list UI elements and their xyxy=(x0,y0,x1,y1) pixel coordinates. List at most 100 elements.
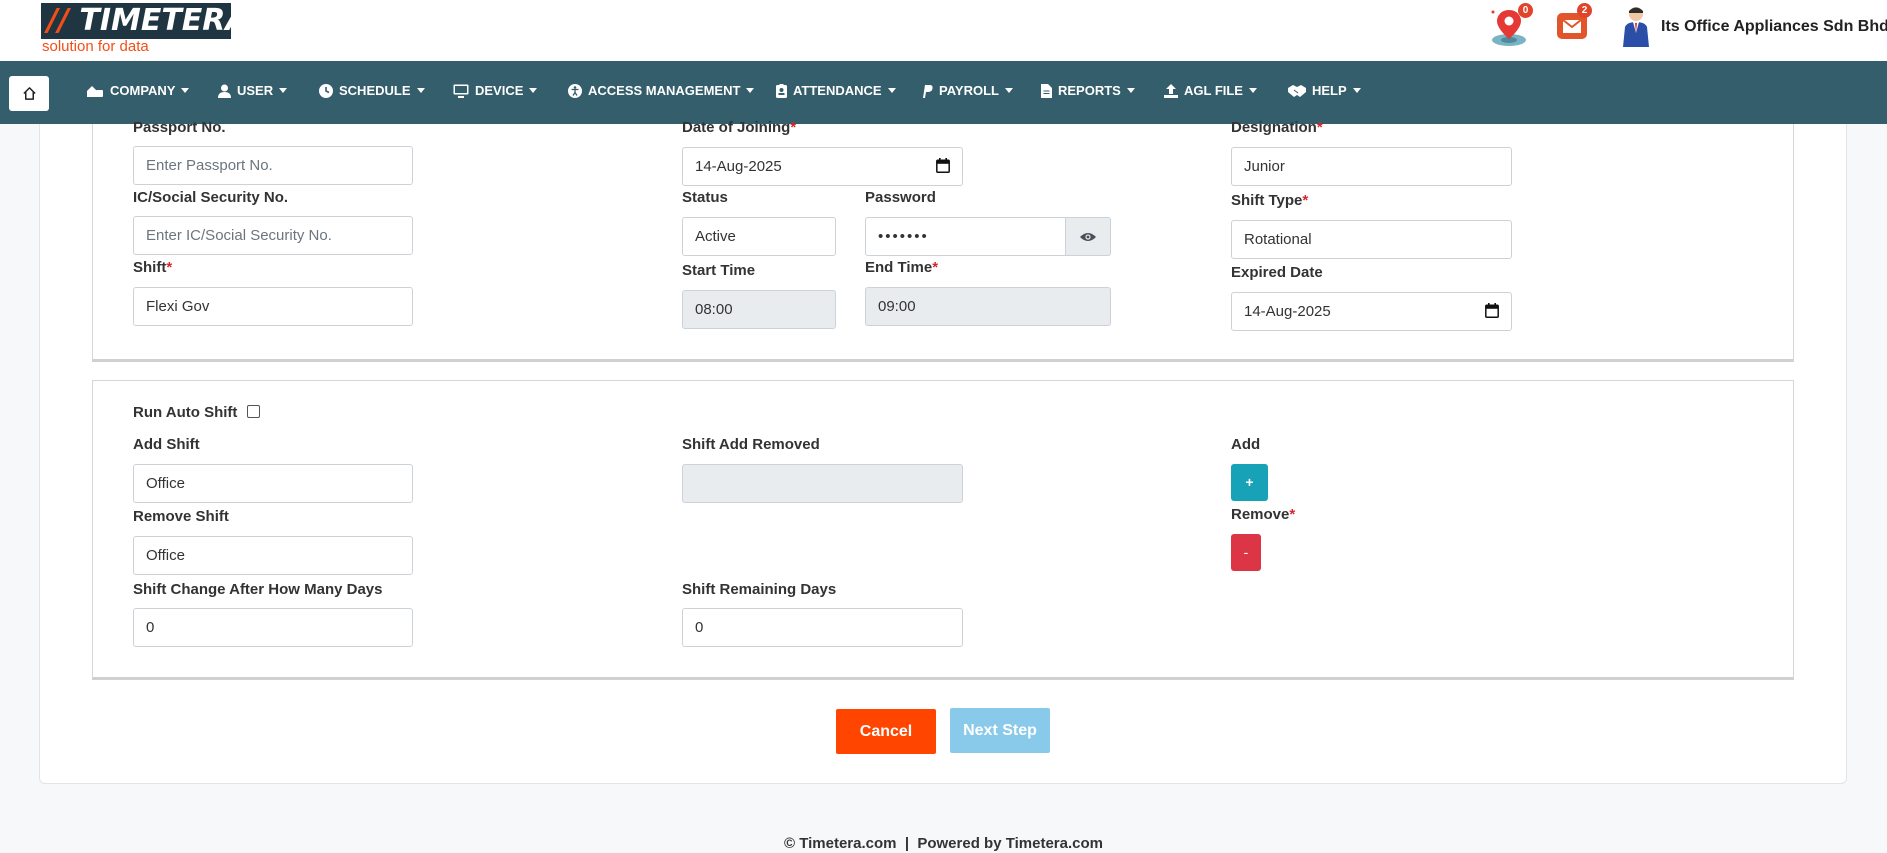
nav-label: REPORTS xyxy=(1058,83,1121,98)
eye-icon xyxy=(1080,232,1096,241)
end-time-label-text: End Time xyxy=(865,259,933,276)
mail-notification-button[interactable]: 2 xyxy=(1556,3,1596,52)
required-mark: * xyxy=(1289,506,1296,523)
nav-help[interactable]: HELP xyxy=(1288,83,1361,98)
nav-device[interactable]: DEVICE xyxy=(453,83,538,98)
passport-input[interactable]: Enter Passport No. xyxy=(133,146,413,185)
calendar-icon[interactable] xyxy=(1485,303,1499,318)
run-auto-shift-label: Run Auto Shift xyxy=(133,404,238,421)
user-avatar[interactable] xyxy=(1619,5,1653,47)
accessibility-icon xyxy=(568,83,582,98)
doj-value: 14-Aug-2025 xyxy=(695,158,782,175)
shift-select[interactable]: Flexi Gov xyxy=(133,287,413,326)
designation-select[interactable]: Junior xyxy=(1231,147,1512,186)
shift-remaining-days-input[interactable]: 0 xyxy=(682,608,963,647)
designation-label: Designation* xyxy=(1231,119,1323,136)
required-mark: * xyxy=(932,259,939,276)
logo-slashes: // xyxy=(47,3,69,38)
shift-label: Shift* xyxy=(133,259,172,276)
shift-add-removed-input xyxy=(682,464,963,503)
chevron-down-icon xyxy=(279,88,288,93)
remove-label: Remove* xyxy=(1231,506,1295,523)
shift-change-days-label: Shift Change After How Many Days xyxy=(133,581,383,598)
remove-shift-select[interactable]: Office xyxy=(133,536,413,575)
cancel-button[interactable]: Cancel xyxy=(836,709,936,754)
required-mark: * xyxy=(1316,119,1323,136)
nav-label: COMPANY xyxy=(110,83,176,98)
nav-label: HELP xyxy=(1312,83,1347,98)
shift-change-days-input[interactable]: 0 xyxy=(133,608,413,647)
nav-label: USER xyxy=(237,83,274,98)
logo[interactable]: // TIMETERA solution for data xyxy=(41,3,249,55)
shift-type-label-text: Shift Type xyxy=(1231,192,1303,209)
run-auto-shift-checkbox[interactable] xyxy=(247,405,260,418)
passport-label: Passport No. xyxy=(133,119,226,136)
chevron-down-icon xyxy=(416,88,425,93)
main-navbar: COMPANY USER SCHEDULE DEVICE ACCESS MANA… xyxy=(0,61,1887,124)
nav-user[interactable]: USER xyxy=(218,83,288,98)
file-icon xyxy=(1041,83,1052,98)
nav-label: ACCESS MANAGEMENT xyxy=(588,83,741,98)
next-step-button[interactable]: Next Step xyxy=(950,708,1050,753)
nav-label: PAYROLL xyxy=(939,83,999,98)
remove-shift-label: Remove Shift xyxy=(133,508,229,525)
location-notification-button[interactable]: 0 xyxy=(1489,3,1533,48)
top-header: // TIMETERA solution for data 0 2 Its Of xyxy=(0,0,1887,61)
chevron-down-icon xyxy=(1004,88,1013,93)
remove-shift-button[interactable]: - xyxy=(1231,534,1261,571)
home-icon xyxy=(22,87,36,100)
nav-access-management[interactable]: ACCESS MANAGEMENT xyxy=(568,83,755,98)
shift-type-select[interactable]: Rotational xyxy=(1231,220,1512,259)
chevron-down-icon xyxy=(181,88,190,93)
required-mark: * xyxy=(166,259,173,276)
chevron-down-icon xyxy=(887,88,896,93)
nav-payroll[interactable]: PAYROLL xyxy=(921,83,1013,98)
nav-company[interactable]: COMPANY xyxy=(86,83,190,98)
start-time-input: 08:00 xyxy=(682,290,836,329)
remove-label-text: Remove xyxy=(1231,506,1290,523)
home-button[interactable] xyxy=(9,76,49,111)
nav-attendance[interactable]: ATTENDANCE xyxy=(776,83,896,98)
footer-text: © Timetera.com | Powered by Timetera.com xyxy=(784,835,1103,852)
badge-icon xyxy=(776,83,787,98)
shift-remaining-days-label: Shift Remaining Days xyxy=(682,581,837,598)
add-shift-select[interactable]: Office xyxy=(133,464,413,503)
add-shift-label: Add Shift xyxy=(133,436,200,453)
start-time-label: Start Time xyxy=(682,262,756,279)
required-mark: * xyxy=(790,119,797,136)
status-label: Status xyxy=(682,189,728,206)
calendar-icon[interactable] xyxy=(936,158,950,173)
avatar-icon xyxy=(1623,7,1649,47)
add-shift-button[interactable]: + xyxy=(1231,464,1268,501)
end-time-label: End Time* xyxy=(865,259,938,276)
company-icon xyxy=(87,85,103,97)
company-name[interactable]: Its Office Appliances Sdn Bhd xyxy=(1661,18,1887,36)
logo-tagline: solution for data xyxy=(42,38,149,55)
nav-label: ATTENDANCE xyxy=(793,83,882,98)
password-label: Password xyxy=(865,189,936,206)
status-select[interactable]: Active xyxy=(682,217,836,256)
toggle-password-button[interactable] xyxy=(1066,217,1111,256)
monitor-icon xyxy=(453,84,469,98)
doj-label: Date of Joining* xyxy=(682,119,796,136)
expired-date-label: Expired Date xyxy=(1231,264,1323,281)
paypal-icon xyxy=(923,84,933,98)
nav-label: AGL FILE xyxy=(1184,83,1243,98)
clock-icon xyxy=(319,83,333,98)
upload-icon xyxy=(1164,83,1178,98)
expired-date-input[interactable]: 14-Aug-2025 xyxy=(1231,292,1512,331)
logo-wordmark: // TIMETERA xyxy=(41,3,249,39)
nav-agl-file[interactable]: AGL FILE xyxy=(1164,83,1257,98)
nav-schedule[interactable]: SCHEDULE xyxy=(319,83,425,98)
doj-date-input[interactable]: 14-Aug-2025 xyxy=(682,147,963,186)
handshake-icon xyxy=(1288,84,1306,97)
chevron-down-icon xyxy=(1248,88,1257,93)
ic-input[interactable]: Enter IC/Social Security No. xyxy=(133,216,413,255)
shift-type-label: Shift Type* xyxy=(1231,192,1308,209)
shift-label-text: Shift xyxy=(133,259,167,276)
ic-label: IC/Social Security No. xyxy=(133,189,289,206)
nav-reports[interactable]: REPORTS xyxy=(1041,83,1135,98)
password-input[interactable]: ••••••• xyxy=(865,217,1066,256)
chevron-down-icon xyxy=(1352,88,1361,93)
add-label: Add xyxy=(1231,436,1261,453)
